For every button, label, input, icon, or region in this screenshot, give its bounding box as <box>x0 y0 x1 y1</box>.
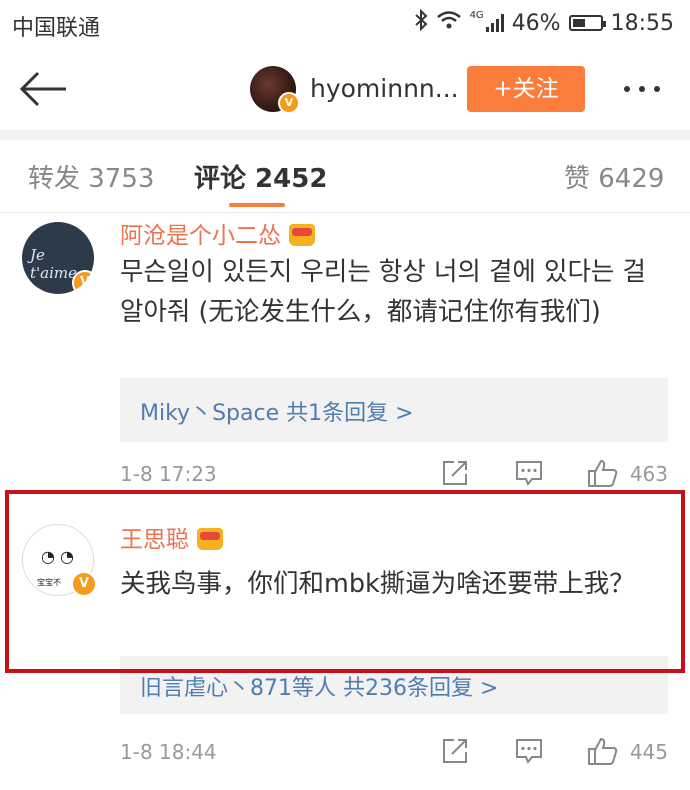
user-avatar[interactable]: V <box>250 66 300 114</box>
like-count: 445 <box>629 740 668 764</box>
comment-icon[interactable] <box>514 736 544 766</box>
replies-box[interactable]: Miky丶Space 共1条回复 > <box>120 378 668 442</box>
replies-box[interactable]: 旧言虐心丶871等人 共236条回复 > <box>120 656 668 714</box>
battery-percent: 46% <box>511 10 561 36</box>
follow-button[interactable]: +关注 <box>467 66 585 112</box>
comment-meta: 1-8 17:23 463 <box>120 458 668 492</box>
commenter-avatar[interactable]: Je t'aime V <box>22 222 94 294</box>
verified-badge-icon: V <box>72 270 94 294</box>
comment-item: ◔ ◔ 宝宝不 V 王思聪 关我鸟事，你们和mbk撕逼为啥还要带上我？ 旧言虐心… <box>0 490 690 790</box>
active-tab-indicator <box>229 203 285 207</box>
comment-icon[interactable] <box>514 458 544 488</box>
like-count: 463 <box>629 462 668 486</box>
avatar-caption: 宝宝不 <box>37 578 61 587</box>
share-icon[interactable] <box>440 736 470 766</box>
network-type-label: 4G <box>469 9 484 21</box>
carrier-label: 中国联通 <box>12 16 101 41</box>
wifi-icon <box>436 10 462 36</box>
comment-text: 무슨일이 있든지 우리는 항상 너의 곁에 있다는 걸 알아줘 (无论发生什么，… <box>120 257 646 327</box>
section-divider <box>0 130 690 140</box>
status-indicators: 4G 46% 18:55 <box>414 8 674 38</box>
back-arrow-icon[interactable] <box>18 68 68 110</box>
tab-likes[interactable]: 赞 6429 <box>564 158 664 195</box>
verified-badge-icon: V <box>71 571 97 597</box>
user-name[interactable]: hyominnn... <box>310 74 459 103</box>
comment-item: Je t'aime V 阿沧是个小二怂 무슨일이 있든지 우리는 항상 너의 곁… <box>0 212 690 490</box>
like-thumb-icon[interactable] <box>586 458 618 488</box>
signal-icon <box>485 14 504 32</box>
comment-date: 1-8 18:44 <box>120 740 217 764</box>
status-bar: 中国联通 4G 46% 18:55 <box>0 0 690 48</box>
tab-bar: 转发 3753 评论 2452 赞 6429 <box>0 140 690 213</box>
tab-reposts[interactable]: 转发 3753 <box>28 158 154 195</box>
avatar-face: ◔ ◔ <box>41 547 75 566</box>
replies-link[interactable]: Miky丶Space 共1条回复 > <box>140 395 414 427</box>
vip-crown-icon <box>197 528 223 550</box>
bluetooth-icon <box>414 8 428 37</box>
like-thumb-icon[interactable] <box>586 736 618 766</box>
comment-text: 关我鸟事，你们和mbk撕逼为啥还要带上我？ <box>120 569 635 599</box>
battery-icon <box>568 15 606 31</box>
verified-badge-icon: V <box>278 92 300 114</box>
more-options-icon[interactable] <box>624 86 670 96</box>
tab-comments[interactable]: 评论 2452 <box>194 158 327 195</box>
clock: 18:55 <box>610 10 674 36</box>
vip-crown-icon <box>289 224 315 246</box>
commenter-name[interactable]: 王思聪 <box>120 520 223 554</box>
commenter-name[interactable]: 阿沧是个小二怂 <box>120 216 315 250</box>
comment-date: 1-8 17:23 <box>120 462 217 486</box>
share-icon[interactable] <box>440 458 470 488</box>
comment-meta: 1-8 18:44 445 <box>120 736 668 770</box>
commenter-avatar[interactable]: ◔ ◔ 宝宝不 V <box>22 524 97 597</box>
nav-bar: V hyominnn... +关注 <box>0 48 690 130</box>
replies-link[interactable]: 旧言虐心丶871等人 共236条回复 > <box>140 670 498 702</box>
